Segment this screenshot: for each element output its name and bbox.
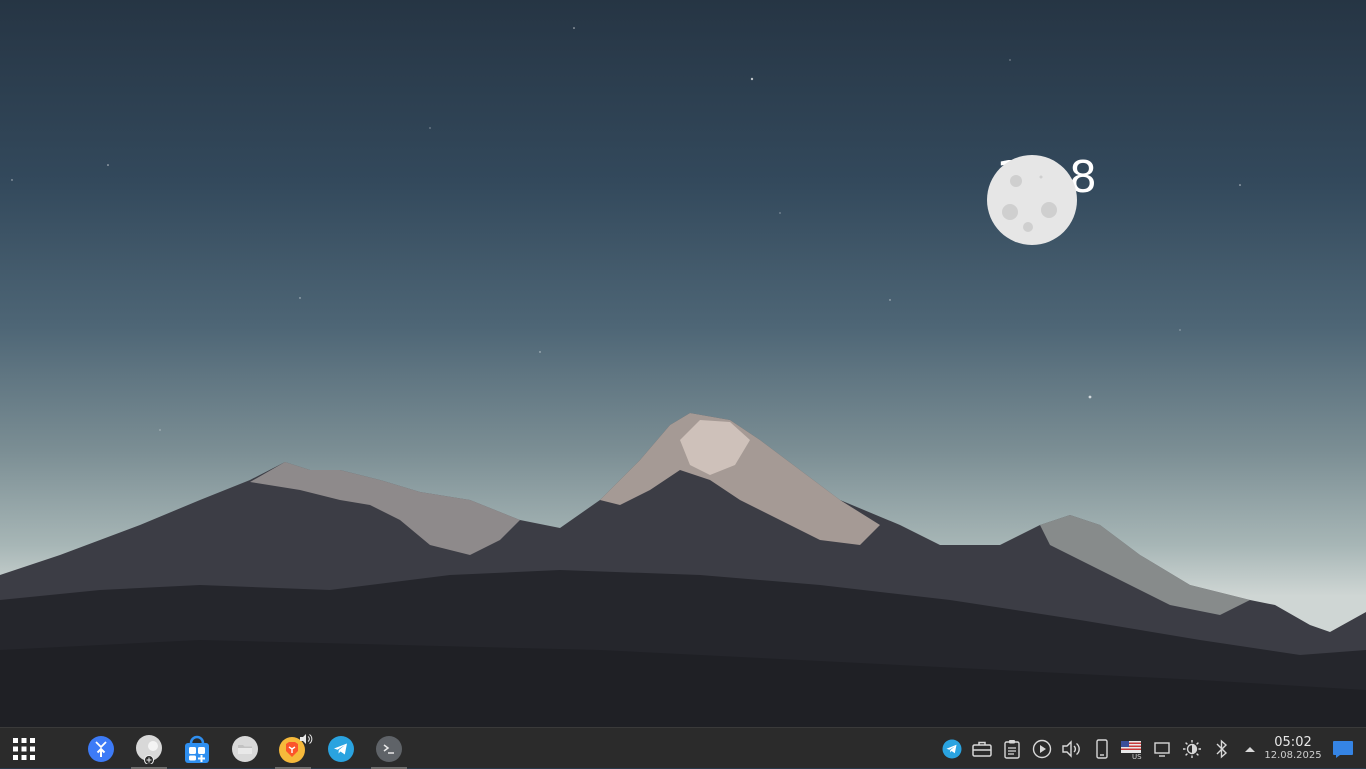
moon-icon bbox=[987, 155, 1077, 245]
mountain-landscape bbox=[0, 27, 1366, 727]
tray-media-player[interactable] bbox=[1028, 728, 1056, 769]
display-icon bbox=[1154, 741, 1170, 757]
taskbar-app-disk-utility[interactable] bbox=[125, 728, 173, 769]
bluetooth-icon bbox=[1216, 738, 1228, 759]
clipboard-icon bbox=[1004, 739, 1020, 759]
taskbar-app-update[interactable] bbox=[77, 728, 125, 769]
taskbar: US 05:02 12.08.2025 bbox=[0, 727, 1366, 769]
phone-icon bbox=[1096, 738, 1108, 759]
clock-date: 12.08.2025 bbox=[1264, 750, 1322, 761]
taskbar-app-brave[interactable] bbox=[269, 728, 317, 769]
media-play-icon bbox=[1032, 739, 1052, 758]
terminal-icon bbox=[376, 735, 402, 762]
taskbar-app-store[interactable] bbox=[173, 728, 221, 769]
brightness-icon bbox=[1183, 739, 1201, 758]
tray-volume[interactable] bbox=[1058, 728, 1086, 769]
telegram-icon bbox=[328, 735, 354, 762]
audio-playing-icon bbox=[300, 734, 313, 744]
tray-display[interactable] bbox=[1148, 728, 1176, 769]
disk-icon bbox=[136, 734, 162, 764]
app-launcher-button[interactable] bbox=[4, 728, 44, 769]
taskbar-app-telegram[interactable] bbox=[317, 728, 365, 769]
tray-phone[interactable] bbox=[1088, 728, 1116, 769]
tray-expand-button[interactable] bbox=[1236, 728, 1264, 769]
expand-arrow-icon bbox=[1245, 746, 1255, 752]
keyboard-layout-label: US bbox=[1132, 753, 1142, 761]
briefcase-icon bbox=[972, 741, 992, 757]
folder-icon bbox=[232, 735, 258, 762]
tray-clipboard[interactable] bbox=[998, 728, 1026, 769]
clock-time: 05:02 bbox=[1274, 735, 1312, 750]
taskbar-clock[interactable]: 05:02 12.08.2025 bbox=[1262, 728, 1324, 769]
desktop-wallpaper: 13.8 Барнаул bbox=[0, 0, 1366, 727]
taskbar-app-terminal[interactable] bbox=[365, 728, 413, 769]
volume-icon bbox=[1062, 739, 1080, 758]
telegram-icon bbox=[942, 739, 962, 758]
tray-keyboard-layout[interactable]: US bbox=[1117, 728, 1145, 769]
store-icon bbox=[185, 735, 209, 763]
tray-bluetooth[interactable] bbox=[1208, 728, 1236, 769]
update-icon bbox=[88, 735, 114, 762]
tray-briefcase[interactable] bbox=[968, 728, 996, 769]
tray-telegram[interactable] bbox=[938, 728, 966, 769]
app-grid-icon bbox=[13, 737, 35, 760]
show-desktop-button[interactable] bbox=[1328, 728, 1358, 769]
taskbar-app-file-manager[interactable] bbox=[221, 728, 269, 769]
weather-widget[interactable]: 13.8 Барнаул bbox=[986, 154, 1098, 246]
tray-brightness[interactable] bbox=[1178, 728, 1206, 769]
show-desktop-icon bbox=[1333, 740, 1353, 758]
